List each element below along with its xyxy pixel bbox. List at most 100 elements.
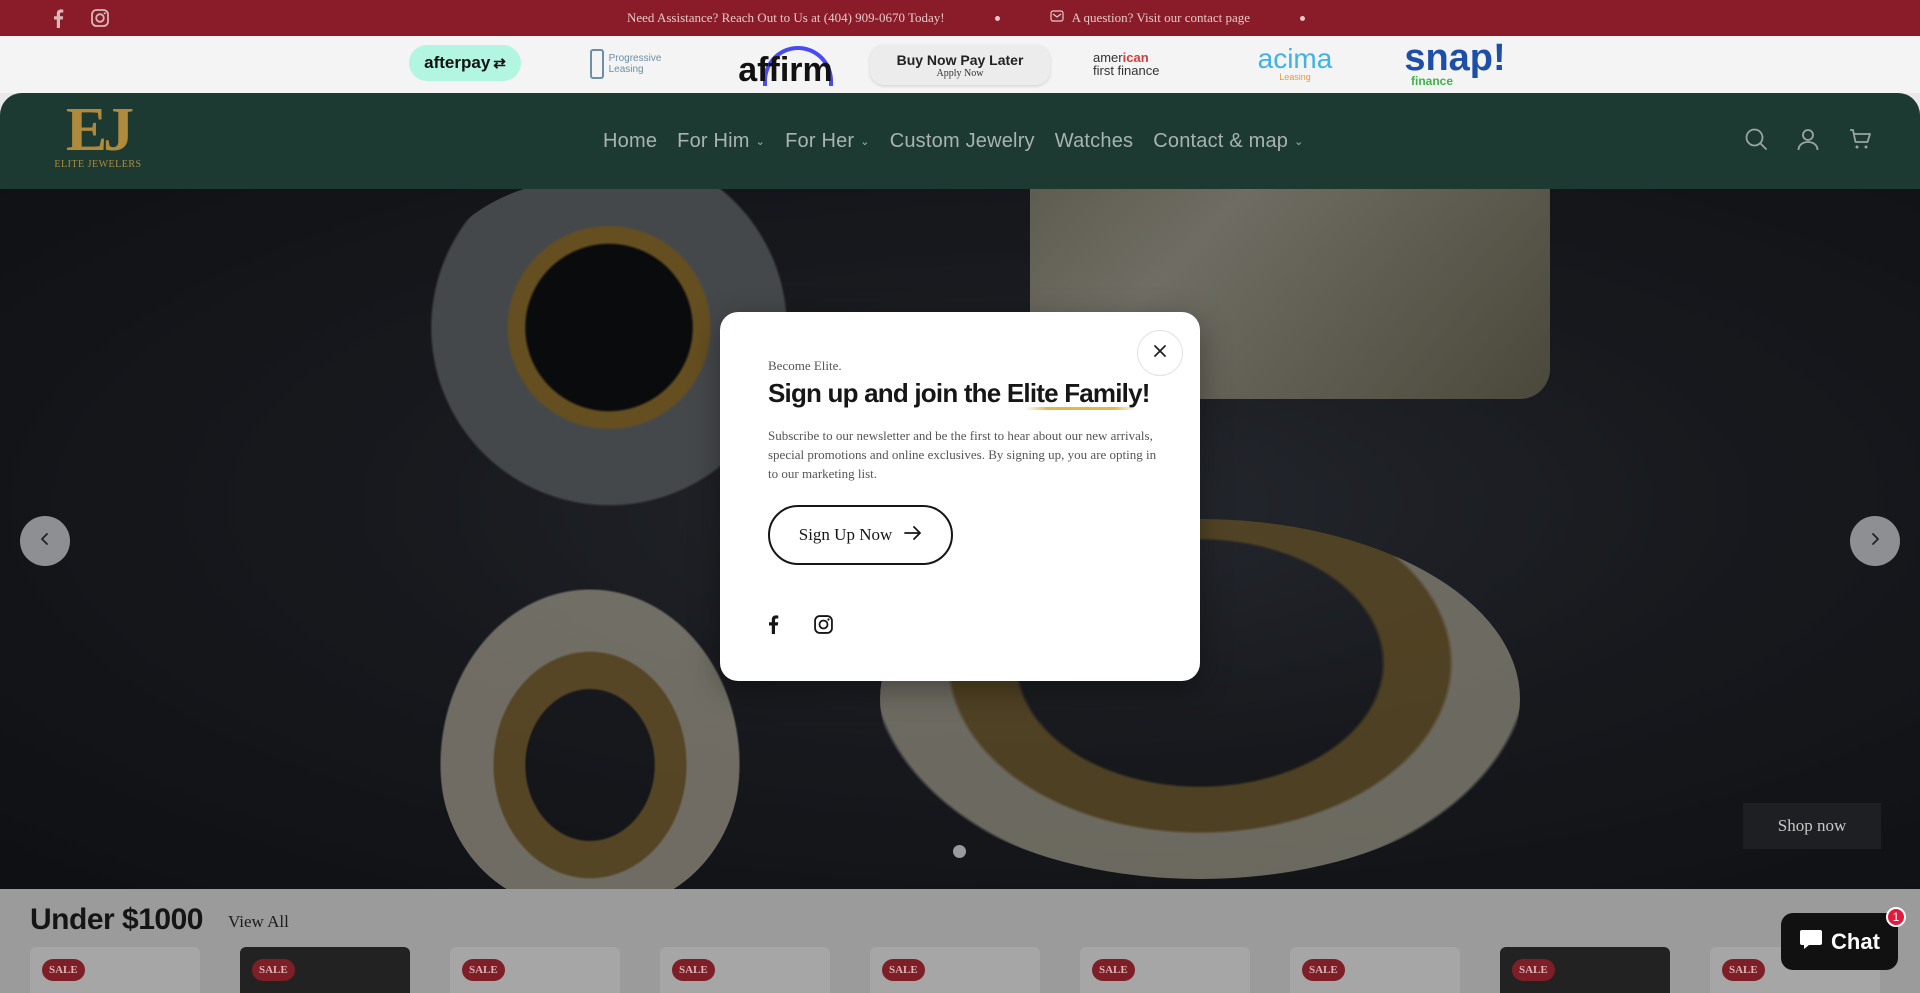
sale-badge: SALE bbox=[672, 959, 715, 981]
announcement-social bbox=[48, 8, 110, 28]
slide-prev-button[interactable] bbox=[20, 516, 70, 566]
acima-subtext: Leasing bbox=[1279, 72, 1311, 82]
progressive-line1: Progressive bbox=[608, 53, 662, 64]
product-card[interactable]: SALE bbox=[30, 947, 200, 993]
nav-label: For Her bbox=[785, 129, 855, 152]
progressive-text: Progressive Leasing bbox=[609, 53, 662, 75]
facebook-icon[interactable] bbox=[48, 8, 68, 28]
bnpl-title: Buy Now Pay Later bbox=[896, 51, 1024, 68]
slide-dot[interactable] bbox=[953, 845, 966, 858]
nav-label: Custom Jewelry bbox=[889, 129, 1035, 152]
american-line2: first finance bbox=[1093, 63, 1160, 78]
modal-headline: Sign up and join the Elite Family! bbox=[768, 378, 1150, 409]
nav-label: For Him bbox=[677, 129, 750, 152]
arrow-right-icon bbox=[904, 525, 922, 545]
headline-part-a: Sign up and join the bbox=[768, 378, 1007, 408]
chevron-down-icon: ⌄ bbox=[755, 135, 766, 148]
snap-finance-logo[interactable]: snap! finance bbox=[1404, 37, 1506, 88]
financing-strip: afterpay ⇄ Progressive Leasing affirm Bu… bbox=[0, 36, 1920, 93]
nav-item-home[interactable]: Home bbox=[603, 130, 657, 153]
product-card[interactable]: SALE bbox=[1080, 947, 1250, 993]
product-card[interactable]: SALE bbox=[1290, 947, 1460, 993]
account-icon[interactable] bbox=[1796, 127, 1820, 151]
sale-badge: SALE bbox=[1722, 959, 1765, 981]
afterpay-text: afterpay bbox=[424, 53, 491, 72]
main-nav: Home For Him ⌄ For Her ⌄ Custom Jewelry Wa… bbox=[603, 93, 1324, 189]
instagram-icon[interactable] bbox=[814, 615, 834, 635]
sale-badge: SALE bbox=[252, 959, 295, 981]
modal-body: Subscribe to our newsletter and be the f… bbox=[768, 428, 1157, 481]
chat-badge: 1 bbox=[1886, 907, 1906, 927]
modal-social bbox=[768, 615, 834, 635]
announcement-contact-text: A question? Visit our contact page bbox=[1071, 10, 1251, 25]
chevron-down-icon: ⌄ bbox=[860, 135, 870, 148]
announcement-phone[interactable]: Need Assistance? Reach Out to Us at (404… bbox=[627, 10, 945, 26]
product-card[interactable]: SALE bbox=[660, 947, 830, 993]
nav-item-for-him[interactable]: For Him ⌄ bbox=[677, 130, 765, 153]
section-title: Under $1000 bbox=[30, 903, 203, 936]
announcement-contact[interactable]: A question? Visit our contact page bbox=[1050, 10, 1250, 26]
sale-badge: SALE bbox=[1092, 959, 1135, 981]
nav-item-for-her[interactable]: For Her ⌄ bbox=[785, 130, 870, 153]
afterpay-arrows-icon: ⇄ bbox=[493, 55, 506, 72]
close-icon bbox=[1153, 344, 1167, 363]
chevron-right-icon bbox=[1868, 532, 1882, 551]
close-modal-button[interactable] bbox=[1137, 330, 1183, 376]
separator-dot bbox=[994, 15, 1000, 21]
sale-badge: SALE bbox=[1302, 959, 1345, 981]
facebook-icon[interactable] bbox=[768, 615, 788, 635]
progressive-line2: Leasing bbox=[608, 64, 644, 75]
chat-label: Chat bbox=[1831, 928, 1880, 954]
nav-label: Contact & map bbox=[1153, 129, 1289, 152]
acima-logo[interactable]: acima Leasing bbox=[1253, 44, 1337, 84]
bnpl-subtitle: Apply Now bbox=[936, 67, 984, 79]
site-header: EJ ELITE JEWELERS Home For Him ⌄ For Her ⌄… bbox=[0, 93, 1920, 189]
nav-item-contact-map[interactable]: Contact & map ⌄ bbox=[1153, 130, 1303, 153]
chat-button[interactable]: Chat 1 bbox=[1781, 907, 1906, 970]
logo-mark: EJ bbox=[65, 96, 134, 164]
sale-badge: SALE bbox=[462, 959, 505, 981]
under-1000-section: Under $1000 View All SALE SALE SALE SALE… bbox=[0, 889, 1920, 993]
sign-up-now-button[interactable]: Sign Up Now bbox=[768, 505, 953, 565]
nav-item-custom-jewelry[interactable]: Custom Jewelry bbox=[890, 130, 1035, 153]
sale-badge: SALE bbox=[42, 959, 85, 981]
header-icons bbox=[1744, 127, 1872, 151]
sale-badge: SALE bbox=[882, 959, 925, 981]
product-card[interactable]: SALE bbox=[1500, 947, 1670, 993]
snap-text: snap! bbox=[1404, 37, 1506, 79]
cart-icon[interactable] bbox=[1848, 127, 1872, 151]
announcement-messages: Need Assistance? Reach Out to Us at (404… bbox=[627, 0, 1355, 36]
headline-highlight: Elite Family bbox=[1006, 378, 1143, 408]
newsletter-modal: Become Elite. Sign up and join the Elite… bbox=[720, 312, 1200, 681]
product-card[interactable]: SALE bbox=[870, 947, 1040, 993]
snap-subtext: finance bbox=[1411, 74, 1454, 88]
instagram-icon[interactable] bbox=[90, 8, 110, 28]
chevron-left-icon bbox=[38, 532, 52, 551]
afterpay-logo[interactable]: afterpay ⇄ bbox=[409, 45, 521, 81]
slide-next-button[interactable] bbox=[1850, 516, 1900, 566]
product-card[interactable]: SALE bbox=[240, 947, 410, 993]
view-all-link[interactable]: View All bbox=[228, 912, 289, 932]
nav-item-watches[interactable]: Watches bbox=[1055, 130, 1133, 153]
shop-now-button[interactable]: Shop now bbox=[1743, 803, 1881, 849]
product-card[interactable]: SALE bbox=[450, 947, 620, 993]
chat-icon bbox=[1799, 928, 1823, 956]
announcement-bar: Need Assistance? Reach Out to Us at (404… bbox=[0, 0, 1920, 36]
acima-text: acima bbox=[1257, 43, 1333, 74]
buy-now-pay-later-button[interactable]: Buy Now Pay Later Apply Now bbox=[870, 45, 1050, 85]
logo-name: ELITE JEWELERS bbox=[54, 159, 142, 170]
nav-label: Home bbox=[603, 129, 658, 152]
cta-label: Sign Up Now bbox=[798, 525, 893, 544]
american-first-finance-logo[interactable]: american first finance bbox=[1093, 44, 1173, 84]
chevron-down-icon: ⌄ bbox=[1294, 135, 1304, 148]
progressive-leasing-logo[interactable]: Progressive Leasing bbox=[583, 44, 668, 84]
progressive-mark-icon bbox=[589, 49, 604, 79]
mail-icon bbox=[1050, 10, 1064, 26]
site-logo[interactable]: EJ ELITE JEWELERS bbox=[48, 96, 148, 179]
separator-dot bbox=[1300, 15, 1306, 21]
headline-part-c: ! bbox=[1141, 378, 1151, 408]
sale-badge: SALE bbox=[1512, 959, 1555, 981]
affirm-logo[interactable]: affirm bbox=[733, 44, 838, 89]
search-icon[interactable] bbox=[1744, 127, 1768, 151]
nav-label: Watches bbox=[1054, 129, 1134, 152]
